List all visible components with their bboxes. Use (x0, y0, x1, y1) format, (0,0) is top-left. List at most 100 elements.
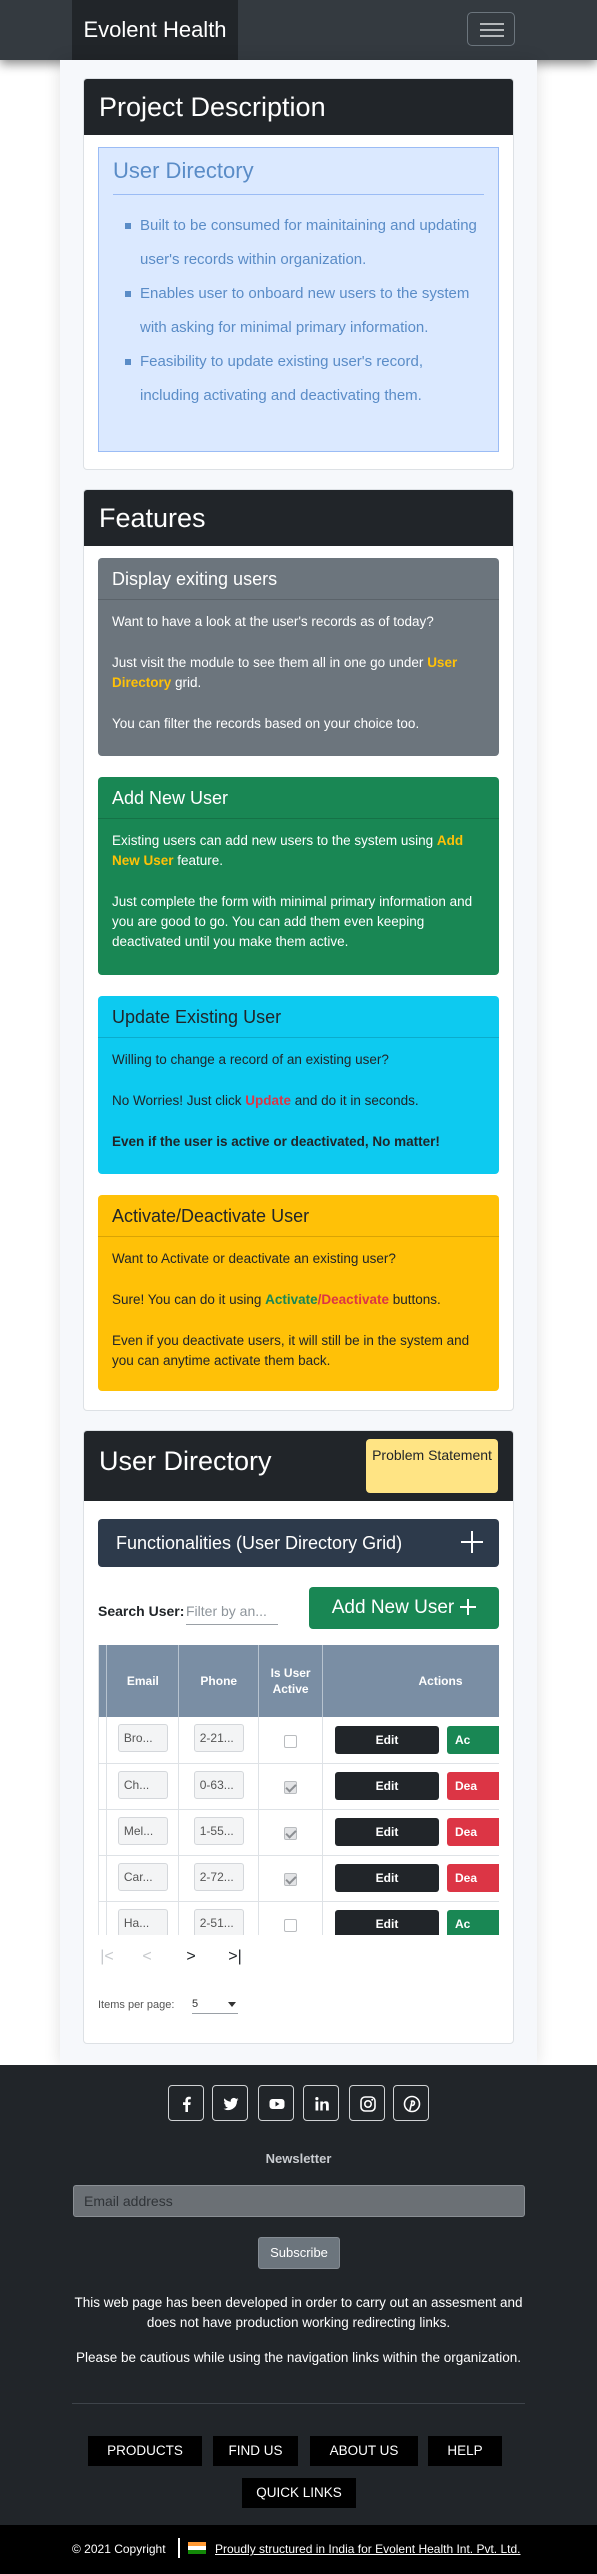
phone-field[interactable]: 0-63... (193, 1770, 244, 1799)
column-header-active[interactable]: Is User Active (258, 1645, 323, 1717)
features-title: Features (84, 490, 513, 546)
india-flag-icon (188, 2542, 206, 2554)
navbar-brand[interactable]: Evolent Health (72, 0, 238, 60)
feature-text: Just visit the module to see them all in… (112, 655, 458, 690)
items-per-page-label: Items per page: (98, 1999, 175, 2011)
instagram-icon[interactable] (349, 2085, 385, 2121)
feature-text: Existing users can add new users to the … (112, 833, 464, 868)
phone-field[interactable]: 2-72... (193, 1862, 244, 1891)
feature-text: Even if the user is active or deactivate… (112, 1134, 440, 1149)
table-row: Ch... 0-63... Edit Dea (99, 1763, 499, 1810)
footer-link-help[interactable]: HELP (428, 2436, 502, 2466)
credit-link[interactable]: Proudly structured in India for Evolent … (215, 2542, 521, 2556)
phone-field[interactable]: 2-21... (193, 1724, 244, 1753)
first-page-button[interactable]: |< (98, 1947, 116, 1967)
deactivate-highlight: Deactivate (321, 1292, 389, 1307)
feature-text: No Worries! Just click Update and do it … (112, 1093, 419, 1108)
phone-cell: 2-51... (178, 1901, 260, 1935)
footer-link-quick-links[interactable]: QUICK LINKS (242, 2478, 356, 2508)
footer-link-find-us[interactable]: FIND US (213, 2436, 298, 2466)
actions-cell: Edit Ac (322, 1717, 499, 1764)
email-field[interactable]: Ch... (117, 1770, 168, 1799)
user-directory-card: User Directory Problem Statement Functio… (83, 1430, 514, 2044)
user-grid[interactable]: Email Phone Is User Active Actions Bro..… (98, 1645, 499, 1935)
active-cell (258, 1763, 323, 1810)
edit-button[interactable]: Edit (335, 1772, 439, 1800)
hamburger-icon (480, 29, 504, 31)
copyright-bar: © 2021 Copyright Proudly structured in I… (0, 2525, 597, 2574)
paginator: |< < > >| (98, 1943, 298, 1973)
functionalities-label: Functionalities (User Directory Grid) (116, 1533, 403, 1553)
table-row: Mel... 1-55... Edit Dea (99, 1809, 499, 1856)
user-directory-title: User Directory (99, 1446, 272, 1476)
column-header-phone[interactable]: Phone (178, 1645, 260, 1717)
facebook-icon[interactable] (168, 2085, 204, 2121)
previous-page-button[interactable]: < (138, 1947, 156, 1967)
twitter-icon[interactable] (212, 2085, 248, 2121)
active-cell (258, 1809, 323, 1856)
linkedin-icon[interactable] (303, 2085, 339, 2121)
feature-title: Display exiting users (98, 558, 499, 600)
phone-field[interactable]: 1-55... (193, 1816, 244, 1845)
problem-statement-button[interactable]: Problem Statement (366, 1439, 498, 1493)
subscribe-button[interactable]: Subscribe (258, 2237, 340, 2269)
activate-button[interactable]: Ac (447, 1910, 499, 1935)
phone-cell: 2-21... (178, 1717, 260, 1764)
activate-highlight: Activate (265, 1292, 318, 1307)
actions-cell: Edit Dea (322, 1763, 499, 1810)
footer-divider (72, 2403, 525, 2404)
deactivate-button[interactable]: Dea (447, 1864, 499, 1892)
deactivate-button[interactable]: Dea (447, 1772, 499, 1800)
active-checkbox (284, 1734, 298, 1748)
active-checkbox (284, 1780, 298, 1794)
add-new-user-button[interactable]: Add New User (309, 1587, 499, 1629)
copyright-text: © 2021 Copyright (72, 2542, 166, 2556)
last-page-button[interactable]: >| (226, 1947, 244, 1967)
phone-field[interactable]: 2-51... (193, 1908, 244, 1935)
features-card: Features Display exiting users Want to h… (83, 489, 514, 1411)
email-field[interactable]: Car... (117, 1862, 168, 1891)
plus-icon (460, 1599, 477, 1615)
project-description-box: User Directory Built to be consumed for … (98, 147, 499, 452)
email-cell: Bro... (106, 1717, 180, 1764)
email-field[interactable]: Ha... (117, 1908, 168, 1935)
column-header-email[interactable]: Email (106, 1645, 180, 1717)
footer-link-products[interactable]: PRODUCTS (88, 2436, 202, 2466)
navbar-toggler-button[interactable] (467, 12, 515, 46)
divider (178, 2538, 180, 2558)
activate-button[interactable]: Ac (447, 1725, 499, 1754)
footer-link-about-us[interactable]: ABOUT US (310, 2436, 418, 2466)
chevron-down-icon (228, 2002, 236, 2007)
email-field[interactable]: Bro... (117, 1724, 168, 1753)
row-spacer (99, 1717, 108, 1764)
items-per-page-select[interactable]: 5 (192, 1994, 238, 2014)
edit-button[interactable]: Edit (335, 1910, 439, 1935)
active-cell (258, 1717, 323, 1764)
table-row: Ha... 2-51... Edit Ac (99, 1901, 499, 1935)
deactivate-button[interactable]: Dea (447, 1818, 499, 1846)
edit-button[interactable]: Edit (335, 1818, 439, 1846)
pinterest-icon[interactable] (393, 2085, 429, 2121)
project-point: Feasibility to update existing user's re… (125, 345, 484, 413)
actions-cell: Edit Dea (322, 1855, 499, 1902)
feature-title: Add New User (98, 777, 499, 819)
newsletter-heading: Newsletter (265, 2151, 332, 2166)
feature-display-users: Display exiting users Want to have a loo… (98, 558, 499, 756)
youtube-icon[interactable] (258, 2085, 294, 2121)
feature-text: Willing to change a record of an existin… (112, 1052, 389, 1067)
newsletter-email-input[interactable]: Email address (73, 2185, 525, 2217)
feature-text: Sure! You can do it using Activate/Deact… (112, 1292, 441, 1307)
next-page-button[interactable]: > (182, 1947, 200, 1967)
search-input[interactable] (186, 1597, 278, 1625)
edit-button[interactable]: Edit (335, 1864, 439, 1892)
functionalities-toggle[interactable]: Functionalities (User Directory Grid) (98, 1519, 499, 1567)
edit-button[interactable]: Edit (335, 1725, 439, 1754)
email-field[interactable]: Mel... (117, 1816, 168, 1845)
active-checkbox (284, 1918, 298, 1932)
feature-text: Want to Activate or deactivate an existi… (112, 1251, 396, 1266)
feature-text: You can filter the records based on your… (112, 716, 420, 731)
items-per-page-value: 5 (192, 1998, 199, 2010)
feature-update-user: Update Existing User Willing to change a… (98, 996, 499, 1174)
row-spacer (99, 1855, 108, 1902)
project-points: Built to be consumed for mainitaining an… (125, 209, 484, 413)
